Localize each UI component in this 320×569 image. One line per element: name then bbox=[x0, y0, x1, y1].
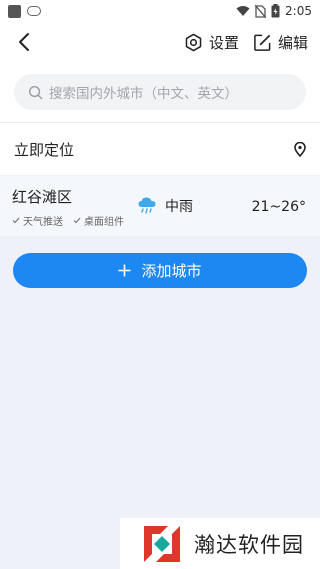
cloud-notification-icon bbox=[27, 6, 41, 16]
weather-condition: 中雨 bbox=[165, 199, 193, 215]
header-actions: 设置 编辑 bbox=[184, 32, 308, 53]
header: 设置 编辑 bbox=[0, 22, 320, 62]
search-input[interactable]: 搜索国内外城市（中文、英文） bbox=[14, 74, 306, 110]
status-time: 2:05 bbox=[285, 4, 312, 18]
gear-icon bbox=[185, 33, 202, 51]
status-left bbox=[8, 4, 41, 18]
plus-icon bbox=[118, 264, 131, 277]
status-bar: 2:05 bbox=[0, 0, 320, 22]
add-city-label: 添加城市 bbox=[141, 262, 202, 280]
city-item[interactable]: 红谷滩区 天气推送 桌面组件 中雨 21~26° bbox=[0, 176, 320, 236]
edit-button[interactable]: 编辑 bbox=[253, 32, 308, 53]
search-placeholder: 搜索国内外城市（中文、英文） bbox=[49, 86, 238, 102]
settings-button[interactable]: 设置 bbox=[184, 32, 239, 53]
tag-desktop-widget-label: 桌面组件 bbox=[84, 217, 124, 228]
weather-info: 中雨 bbox=[137, 196, 193, 216]
check-icon bbox=[73, 217, 81, 224]
settings-label: 设置 bbox=[208, 33, 239, 52]
tag-desktop-widget: 桌面组件 bbox=[73, 213, 124, 228]
search-section: 搜索国内外城市（中文、英文） bbox=[0, 62, 320, 122]
tag-weather-push: 天气推送 bbox=[12, 213, 63, 228]
tag-weather-push-label: 天气推送 bbox=[23, 217, 63, 228]
locate-label: 立即定位 bbox=[14, 140, 75, 159]
search-icon bbox=[28, 85, 43, 99]
locate-now-row[interactable]: 立即定位 bbox=[0, 123, 320, 175]
status-right: 2:05 bbox=[236, 4, 312, 18]
watermark-text: 瀚达软件园 bbox=[194, 532, 304, 557]
location-pin-icon bbox=[294, 141, 306, 157]
temperature-range: 21~26° bbox=[251, 199, 306, 215]
back-button[interactable] bbox=[4, 22, 44, 62]
wifi-icon bbox=[236, 6, 250, 16]
edit-label: 编辑 bbox=[277, 33, 308, 52]
check-icon bbox=[12, 217, 20, 224]
battery-charging-icon bbox=[271, 4, 280, 18]
watermark: 瀚达软件园 bbox=[120, 518, 320, 569]
edit-icon bbox=[254, 34, 271, 51]
back-arrow-icon bbox=[19, 33, 29, 51]
rain-cloud-icon bbox=[138, 197, 156, 214]
no-sim-icon bbox=[255, 4, 267, 18]
notification-app-icon bbox=[8, 4, 21, 18]
site-logo-icon bbox=[144, 525, 180, 562]
add-city-button[interactable]: 添加城市 bbox=[13, 253, 307, 288]
